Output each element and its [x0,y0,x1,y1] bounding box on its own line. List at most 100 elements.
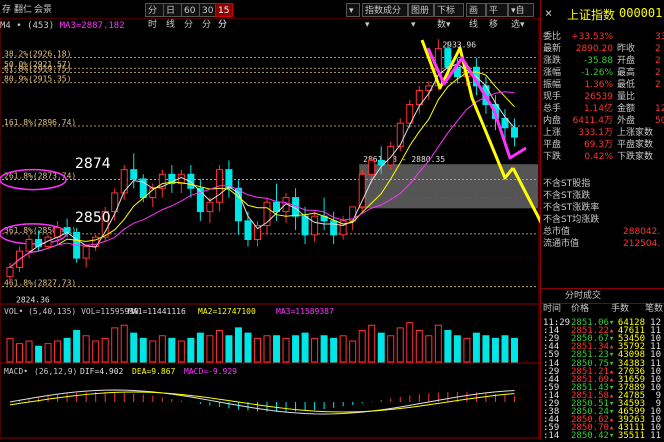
volume-bar-41 [396,327,404,363]
trade-col-header: 价格 [571,304,590,314]
vol-label: VOL• (5,40,135) VOL=11595939 [4,307,139,316]
quote-row: 涨幅 -1.26% 最高 2 [543,67,661,79]
menu-item-2[interactable]: 会景 [32,3,54,17]
vol-ma3: MA3=11589387 [276,307,334,316]
extra-key: 流通市值 [543,239,580,249]
macd-dif: DIF=4.902 [80,367,124,376]
pan-button[interactable]: 平移 [486,3,508,30]
extra-row: 不含ST涨跌率 [543,202,623,214]
volume-bar-13 [130,332,138,363]
volume-bar-16 [158,335,166,363]
quote-key: 下跌 [543,152,562,162]
fib-label-0: 38.2%(2926.18) [4,50,71,59]
quote-row: 涨跌 -35.88 开盘 2 [543,55,661,67]
quote-value-2: 2 [655,44,661,54]
candle-body-32 [311,215,319,236]
macd-params: (26,12,9) [34,367,77,376]
candle-body-37 [358,173,366,208]
volume-bar-5 [54,340,62,363]
draw-line-button[interactable]: 画线 [466,3,486,30]
volume-bar-10 [101,337,109,363]
macd-dea: DEA=9.867 [132,367,176,376]
quote-key-2: 量比 [617,92,636,102]
candle-body-28 [273,201,281,213]
trade-time: :14 [543,431,560,442]
quote-row: 下跌 0.42% 下跌家数 [543,151,655,163]
volume-bar-20 [196,332,204,363]
close-icon[interactable]: × [545,6,552,20]
candle-body-38 [368,159,376,175]
quote-value: 26539 [584,92,613,102]
vol-ma1: MA1=11441116 [128,307,186,316]
quote-key: 上涨 [543,128,562,138]
candle-body-46 [444,48,452,68]
quote-key-2: 开盘 [617,56,636,66]
extra-key: 不含ST涨跌 [543,191,591,201]
quote-row: 最新 2890.20 昨收 2 [543,43,661,55]
volume-bar-36 [349,340,357,363]
quote-key-2: 外盘 [617,116,636,126]
period-button-15[interactable]: 15分 [215,3,233,30]
candle-body-6 [63,227,71,234]
quote-value-2: 2 [655,68,661,78]
volume-bar-22 [215,330,223,363]
quote-panel: × 上证指数 000001 委比 +33.53% 33 最新 2890.20 昨收 2 涨跌 -… [540,0,664,442]
quote-value-2: 12 [655,104,664,114]
volume-bar-24 [234,327,242,363]
kline-chart[interactable]: 38.2%(2926.18)50.0%(2921.57)61.8%(2919.7… [0,18,540,439]
quote-key: 总手 [543,104,562,114]
macd-value: MACD=-9.929 [184,367,237,376]
extra-key: 总市值 [543,227,571,237]
volume-bar-45 [434,324,442,363]
quote-key-2: 最低 [617,80,636,90]
quote-row: 内盘 6411.4万外盘 5020 [543,115,664,127]
volume-bar-23 [225,335,233,363]
quote-value: 6411.4万 [572,116,614,126]
quote-value: -1.26% [581,68,613,78]
volume-bar-7 [73,330,81,363]
watchlist-button[interactable]: ▾自选▾ [508,3,534,30]
volume-bar-6 [63,337,71,363]
volume-bar-29 [282,337,290,363]
low-label: 2824.36 [16,296,50,305]
volume-bar-32 [311,337,319,363]
annotation-2850: 2850 [75,210,111,226]
volume-bar-34 [330,337,338,363]
candle-body-2 [25,238,33,252]
period-button-fenshi[interactable]: 分时 [145,3,165,30]
quote-value: 2890.20 [575,44,613,54]
quote-key-2: 昨收 [617,44,636,54]
stock-name: 上证指数 [567,8,616,22]
tab-trades[interactable]: 分时成交 [565,289,601,303]
volume-bar-42 [406,322,414,363]
period-button-60[interactable]: 60分 [181,3,201,30]
period-button-day[interactable]: 日线 [163,3,183,30]
quote-key: 现手 [543,92,562,102]
extra-key: 不含ST均涨跌 [543,215,600,225]
extra-row: 总市值 288042. [543,226,660,238]
extra-row: 不含ST均涨跌 [543,214,623,226]
extra-key: 不含ST股指 [543,179,591,189]
quote-value: 333.1万 [578,128,613,138]
chart-set-button[interactable]: 图册▾ [408,3,434,30]
quote-value: -35.88 [583,56,613,66]
menu-item-1[interactable]: 翻仁 [12,3,34,17]
candle-body-0 [6,266,14,278]
quote-key-2: 金额 [617,104,636,114]
candle-body-13 [130,169,138,180]
volume-bar-15 [149,340,157,363]
quote-value-2: 5020 [655,116,664,126]
quote-row: 上涨 333.1万 上涨家数 [543,127,655,139]
trade-tab-strip: 分时成交 [541,288,664,304]
indicator-button[interactable]: 下标数▾ [434,3,464,30]
volume-bar-44 [425,335,433,363]
volume-bar-0 [6,337,14,363]
volume-bar-48 [463,337,471,363]
volume-bar-35 [339,335,347,363]
extra-row: 不含ST股指 [543,178,623,190]
index-components-button[interactable]: 指数成分▾ [362,3,408,30]
dropdown-button[interactable]: ▾ [346,3,360,17]
volume-bar-37 [358,330,366,363]
stock-code: 000001 [619,6,663,20]
trade-col-header: 笔数 [645,304,664,314]
